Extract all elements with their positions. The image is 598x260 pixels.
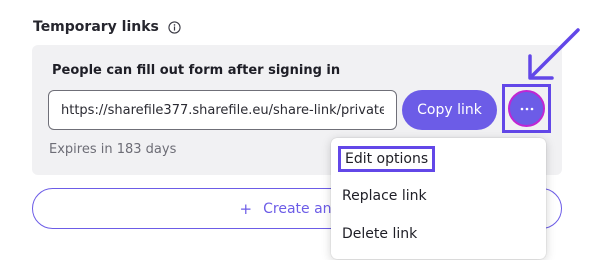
plus-icon: + <box>239 199 253 218</box>
copy-link-button[interactable]: Copy link <box>402 90 497 130</box>
annotation-arrow-icon <box>528 28 580 80</box>
section-title-text: Temporary links <box>33 19 159 35</box>
menu-item-edit-options[interactable]: Edit options <box>338 146 436 172</box>
menu-item-delete-link[interactable]: Delete link <box>342 226 417 242</box>
options-dropdown-menu: Edit options Replace link Delete link <box>331 138 546 259</box>
link-card-heading: People can fill out form after signing i… <box>52 63 341 78</box>
menu-item-replace-link[interactable]: Replace link <box>342 188 427 204</box>
share-link-url-input[interactable] <box>48 90 397 130</box>
info-icon[interactable] <box>168 20 181 34</box>
expiration-text: Expires in 183 days <box>49 142 177 157</box>
section-title: Temporary links <box>33 17 181 37</box>
